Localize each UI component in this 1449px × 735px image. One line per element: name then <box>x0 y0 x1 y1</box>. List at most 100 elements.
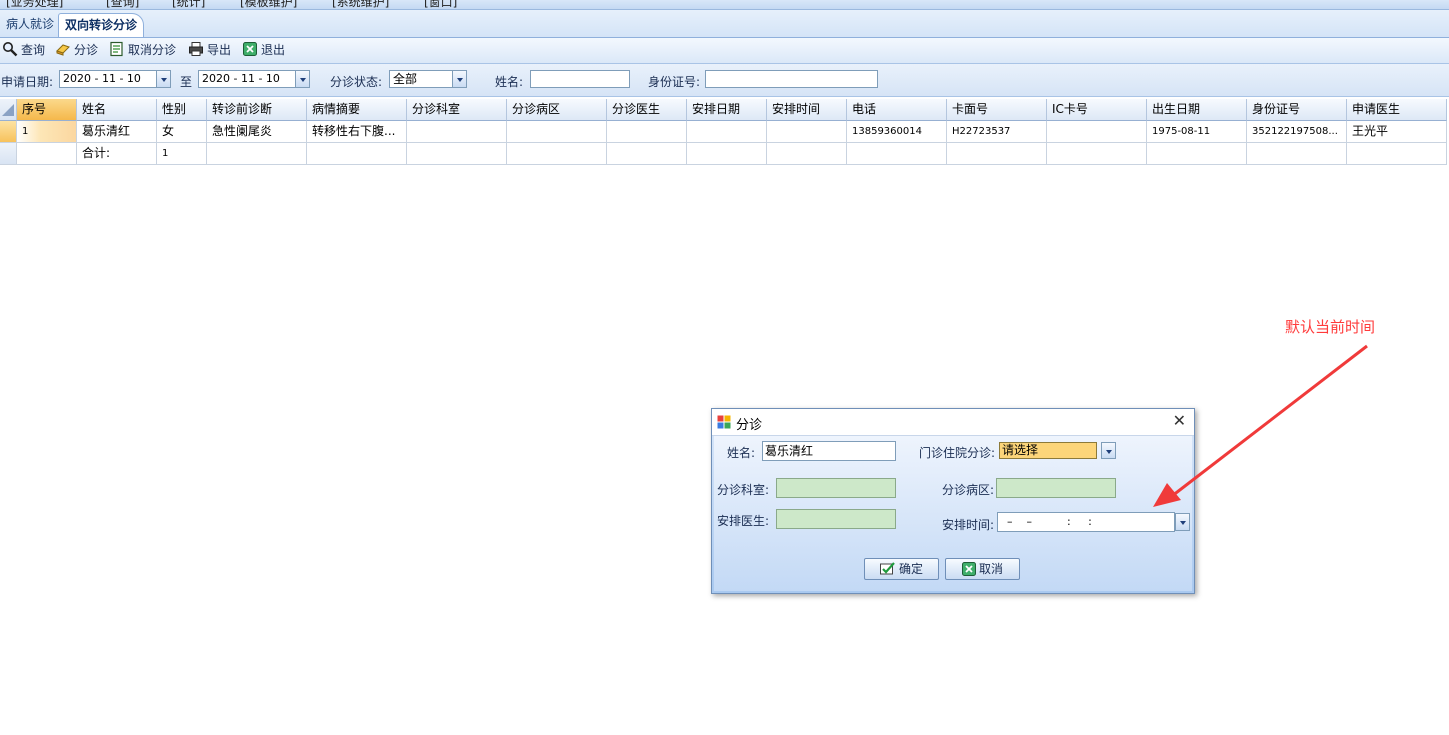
tab-referral-triage[interactable]: 双向转诊分诊 <box>58 13 145 37</box>
cancel-triage-button[interactable]: 取消分诊 <box>109 41 176 59</box>
total-cell-empty <box>1147 143 1247 165</box>
exit-button[interactable]: 退出 <box>242 41 285 59</box>
corner-triangle-icon <box>2 104 14 116</box>
export-button[interactable]: 导出 <box>188 41 231 59</box>
visit-type-dropdown-icon[interactable] <box>1101 442 1116 459</box>
doctor-label: 安排医生: <box>717 514 770 528</box>
cell-sched-date[interactable] <box>687 121 767 143</box>
total-cell-empty <box>1247 143 1347 165</box>
total-cell-empty <box>947 143 1047 165</box>
total-cell-empty <box>1347 143 1447 165</box>
cell-birth-date[interactable]: 1975-08-11 <box>1147 121 1247 143</box>
confirm-button[interactable]: 确定 <box>864 558 939 580</box>
name-label: 姓名: <box>495 75 524 89</box>
ward-label: 分诊病区: <box>942 483 995 497</box>
col-header-birth-date[interactable]: 出生日期 <box>1147 99 1247 121</box>
col-header-ward[interactable]: 分诊病区 <box>507 99 607 121</box>
col-header-seq[interactable]: 序号 <box>17 99 77 121</box>
triage-label: 分诊 <box>74 43 99 57</box>
cell-phone[interactable]: 13859360014 <box>847 121 947 143</box>
cell-dept[interactable] <box>407 121 507 143</box>
status-dropdown-icon[interactable] <box>452 70 467 88</box>
triage-dialog: 分诊 ✕ 姓名: 葛乐清红 门诊住院分诊: 请选择 分诊科室: 分诊病区: 安排… <box>711 408 1195 594</box>
visit-type-label: 门诊住院分诊: <box>919 446 996 460</box>
cell-ward[interactable] <box>507 121 607 143</box>
menu-item-window[interactable]: [窗口] <box>424 0 457 9</box>
date-from-picker[interactable]: 2020 - 11 - 10 <box>59 70 157 88</box>
ward-field[interactable] <box>996 478 1116 498</box>
date-from-dropdown-icon[interactable] <box>156 70 171 88</box>
triage-button[interactable]: 分诊 <box>55 41 98 59</box>
cell-sched-time[interactable] <box>767 121 847 143</box>
date-to-dropdown-icon[interactable] <box>295 70 310 88</box>
col-header-sched-date[interactable]: 安排日期 <box>687 99 767 121</box>
query-label: 查询 <box>21 43 46 57</box>
cancel-label: 取消 <box>978 562 1003 576</box>
menu-item-business[interactable]: [业务处理] <box>6 0 63 9</box>
col-header-diagnosis[interactable]: 转诊前诊断 <box>207 99 307 121</box>
cell-card-no[interactable]: H22723537 <box>947 121 1047 143</box>
exit-label: 退出 <box>261 43 286 57</box>
patient-name-field[interactable]: 葛乐清红 <box>762 441 896 461</box>
col-header-dept[interactable]: 分诊科室 <box>407 99 507 121</box>
col-header-summary[interactable]: 病情摘要 <box>307 99 407 121</box>
date-to-picker[interactable]: 2020 - 11 - 10 <box>198 70 296 88</box>
visit-type-select[interactable]: 请选择 <box>999 442 1097 459</box>
col-header-ic-card[interactable]: IC卡号 <box>1047 99 1147 121</box>
cell-diagnosis[interactable]: 急性阑尾炎 <box>207 121 307 143</box>
dialog-title: 分诊 <box>736 418 763 433</box>
col-header-id-number[interactable]: 身份证号 <box>1247 99 1347 121</box>
total-cell-empty <box>17 143 77 165</box>
dept-label: 分诊科室: <box>717 483 770 497</box>
tab-patient-visit[interactable]: 病人就诊 <box>0 13 60 36</box>
search-icon <box>3 42 18 57</box>
cell-ic-card[interactable] <box>1047 121 1147 143</box>
col-header-phone[interactable]: 电话 <box>847 99 947 121</box>
id-number-label: 身份证号: <box>648 75 701 89</box>
menu-item-stats[interactable]: [统计] <box>172 0 205 9</box>
confirm-label: 确定 <box>898 562 923 576</box>
cell-name[interactable]: 葛乐清红 <box>77 121 157 143</box>
close-icon[interactable]: ✕ <box>1173 412 1186 430</box>
col-header-card-no[interactable]: 卡面号 <box>947 99 1047 121</box>
id-number-input[interactable] <box>705 70 878 88</box>
dialog-title-bar[interactable]: 分诊 ✕ <box>712 409 1194 436</box>
total-cell-empty <box>687 143 767 165</box>
total-cell-empty <box>1047 143 1147 165</box>
status-label: 分诊状态: <box>330 75 383 89</box>
schedule-time-picker[interactable]: – – : : <box>997 512 1175 532</box>
menu-item-system[interactable]: [系统维护] <box>332 0 389 9</box>
menu-item-template[interactable]: [模板维护] <box>240 0 297 9</box>
col-header-sched-time[interactable]: 安排时间 <box>767 99 847 121</box>
col-header-doctor[interactable]: 分诊医生 <box>607 99 687 121</box>
total-cell-empty <box>507 143 607 165</box>
col-header-name[interactable]: 姓名 <box>77 99 157 121</box>
dept-field[interactable] <box>776 478 896 498</box>
doctor-field[interactable] <box>776 509 896 529</box>
cell-id-number[interactable]: 352122197508... <box>1247 121 1347 143</box>
tab-bar: 病人就诊 双向转诊分诊 <box>0 10 1449 38</box>
query-button[interactable]: 查询 <box>2 41 45 59</box>
annotation-text: 默认当前时间 <box>1285 318 1376 336</box>
dialog-body: 姓名: 葛乐清红 门诊住院分诊: 请选择 分诊科室: 分诊病区: 安排医生: 安… <box>714 436 1192 591</box>
row-header[interactable] <box>0 121 17 143</box>
cell-applicant[interactable]: 王光平 <box>1347 121 1447 143</box>
col-header-applicant[interactable]: 申请医生 <box>1347 99 1447 121</box>
apply-date-label: 申请日期: <box>1 75 54 89</box>
total-label: 合计: <box>77 143 157 165</box>
name-input[interactable] <box>530 70 630 88</box>
cell-gender[interactable]: 女 <box>157 121 207 143</box>
menu-item-query[interactable]: [查询] <box>106 0 139 9</box>
export-label: 导出 <box>207 43 232 57</box>
toolbar: 查询 分诊 取消分诊 导出 退出 <box>0 38 1449 64</box>
cancel-button[interactable]: 取消 <box>945 558 1020 580</box>
grid-corner[interactable] <box>0 99 17 121</box>
schedule-time-dropdown-icon[interactable] <box>1175 513 1190 531</box>
cell-seq[interactable]: 1 <box>17 121 77 143</box>
filter-bar: 申请日期: 2020 - 11 - 10 至 2020 - 11 - 10 分诊… <box>0 64 1449 97</box>
status-select[interactable]: 全部 <box>389 70 453 88</box>
cancel-triage-label: 取消分诊 <box>128 43 177 57</box>
cell-summary[interactable]: 转移性右下腹... <box>307 121 407 143</box>
col-header-gender[interactable]: 性别 <box>157 99 207 121</box>
cell-doctor[interactable] <box>607 121 687 143</box>
